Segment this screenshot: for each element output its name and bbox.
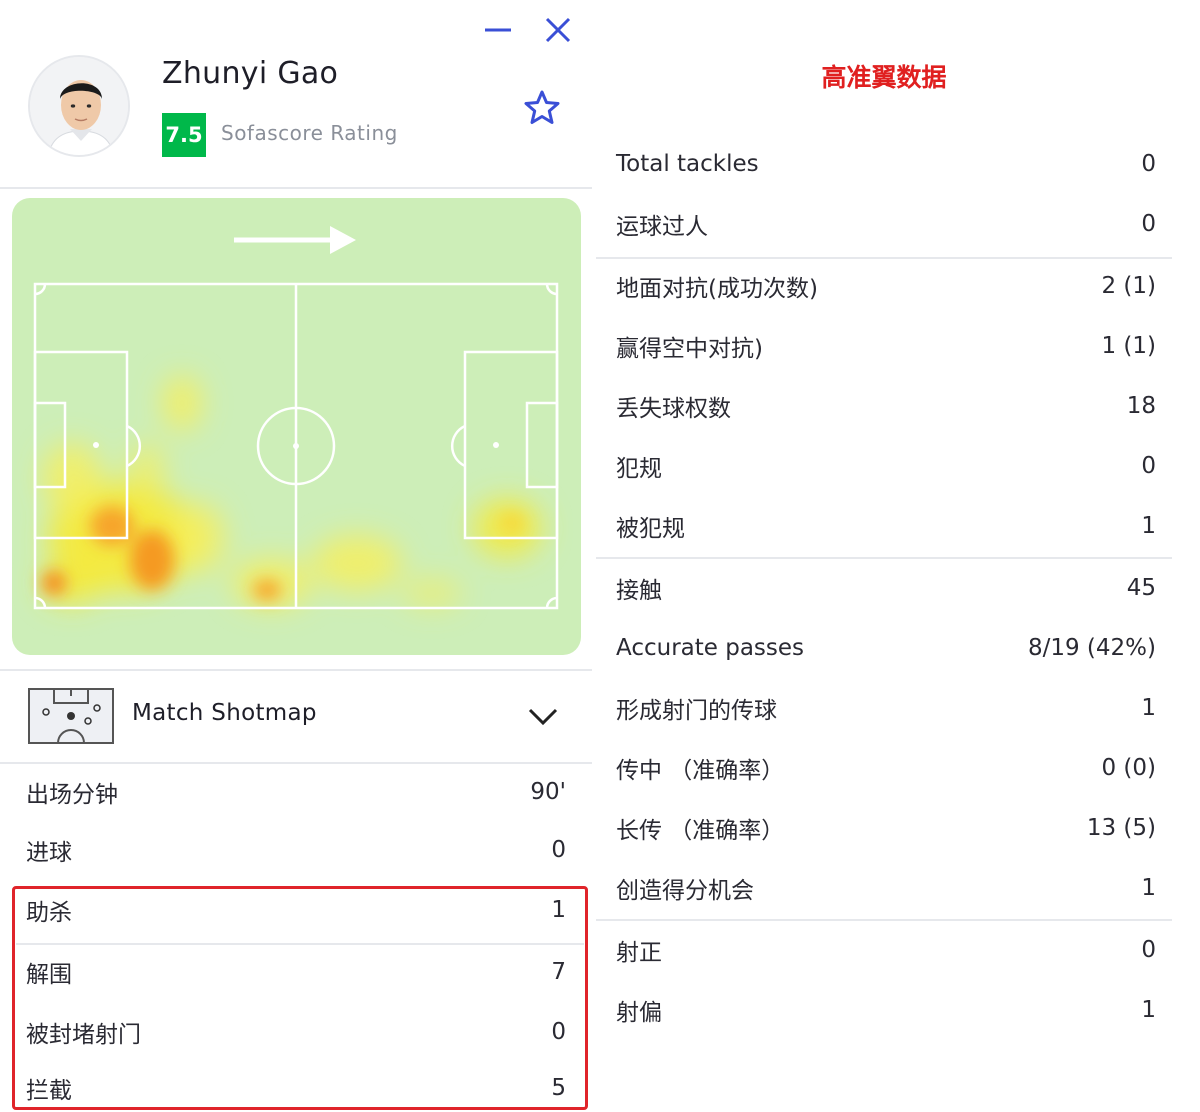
attack-direction-arrow — [234, 226, 356, 254]
stat-row: 被犯规 1 — [616, 506, 1156, 546]
panel-title: 高准翼数据 — [821, 63, 947, 92]
stat-value: 8/19 (42%) — [1027, 635, 1156, 661]
minimize-icon[interactable] — [482, 14, 514, 46]
stat-label: 射偏 — [616, 1000, 662, 1026]
shotmap-label: Match Shotmap — [132, 700, 317, 726]
rating-label: Sofascore Rating — [221, 121, 398, 145]
stat-value: 0 — [551, 1019, 566, 1045]
stat-label: 丢失球权数 — [616, 396, 731, 422]
close-icon[interactable] — [542, 14, 574, 46]
heat-zones — [42, 375, 542, 608]
stat-row: 地面对抗(成功次数) 2 (1) — [616, 266, 1156, 306]
stat-value: 0 (0) — [1101, 755, 1156, 781]
player-avatar — [28, 55, 130, 157]
stat-value: 90' — [530, 779, 566, 805]
stat-row: 进球 0 — [26, 830, 566, 870]
stat-label: 被犯规 — [616, 516, 685, 542]
stat-row: 出场分钟 90' — [26, 772, 566, 812]
stat-row: Total tackles 0 — [616, 144, 1156, 184]
stat-label: 拦截 — [26, 1078, 72, 1104]
header-divider — [0, 187, 592, 189]
stat-label: 接触 — [616, 578, 662, 604]
stat-value: 1 (1) — [1101, 333, 1156, 359]
stat-label: 长传 （准确率） — [616, 818, 785, 844]
stat-label: 赢得空中对抗) — [616, 336, 763, 362]
chevron-down-icon[interactable] — [526, 704, 560, 728]
stat-row: 赢得空中对抗) 1 (1) — [616, 326, 1156, 366]
stat-row: 接触 45 — [616, 568, 1156, 608]
stat-label: 出场分钟 — [26, 782, 118, 808]
stat-label: 进球 — [26, 840, 72, 866]
stat-label: Total tackles — [616, 151, 759, 177]
stat-value: 0 — [1141, 151, 1156, 177]
stat-row: 射正 0 — [616, 930, 1156, 970]
section-divider — [596, 919, 1172, 921]
stat-row: 解围 7 — [26, 952, 566, 992]
stat-label: 创造得分机会 — [616, 878, 754, 904]
stat-label: 解围 — [26, 962, 72, 988]
stat-row: 传中 （准确率） 0 (0) — [616, 748, 1156, 788]
stat-value: 2 (1) — [1101, 273, 1156, 299]
stat-row: 创造得分机会 1 — [616, 868, 1156, 908]
shotmap-pitch-icon — [28, 688, 114, 744]
stat-row: 拦截 5 — [26, 1068, 566, 1108]
stats-panel: 高准翼数据 Total tackles 0 运球过人 0 地面对抗(成功次数) … — [596, 0, 1172, 1112]
stat-label: 传中 （准确率） — [616, 758, 785, 784]
stat-label: 运球过人 — [616, 214, 708, 240]
stat-value: 13 (5) — [1086, 815, 1156, 841]
stat-value: 1 — [1141, 997, 1156, 1023]
section-divider — [596, 257, 1172, 259]
stat-value: 0 — [1141, 937, 1156, 963]
player-panel: Zhunyi Gao 7.5 Sofascore Rating Match Sh… — [0, 0, 592, 1112]
shotmap-divider — [0, 762, 592, 764]
stat-row: 被封堵射门 0 — [26, 1012, 566, 1052]
stat-label: 助杀 — [26, 900, 72, 926]
stat-value: 1 — [1141, 875, 1156, 901]
stat-value: 7 — [551, 959, 566, 985]
match-shotmap-toggle[interactable]: Match Shotmap — [0, 670, 592, 762]
stat-label: 地面对抗(成功次数) — [616, 276, 818, 302]
stat-row: Accurate passes 8/19 (42%) — [616, 628, 1156, 668]
stat-value: 1 — [551, 897, 566, 923]
stat-value: 5 — [551, 1075, 566, 1101]
rating-badge: 7.5 — [162, 113, 206, 157]
stat-value: 0 — [551, 837, 566, 863]
stat-label: 射正 — [616, 940, 662, 966]
stat-row: 长传 （准确率） 13 (5) — [616, 808, 1156, 848]
stat-value: 45 — [1126, 575, 1156, 601]
stat-divider — [16, 943, 584, 945]
heatmap — [12, 198, 581, 655]
stat-label: 形成射门的传球 — [616, 698, 777, 724]
stat-row: 射偏 1 — [616, 990, 1156, 1030]
stat-label: 犯规 — [616, 456, 662, 482]
stat-row: 丢失球权数 18 — [616, 386, 1156, 426]
section-divider — [596, 557, 1172, 559]
stat-value: 1 — [1141, 513, 1156, 539]
star-icon[interactable] — [522, 88, 562, 128]
stat-value: 1 — [1141, 695, 1156, 721]
stat-label: 被封堵射门 — [26, 1022, 141, 1048]
stat-row: 助杀 1 — [26, 890, 566, 930]
stat-row: 形成射门的传球 1 — [616, 688, 1156, 728]
stat-row: 运球过人 0 — [616, 204, 1156, 244]
stat-value: 0 — [1141, 211, 1156, 237]
stat-value: 18 — [1126, 393, 1156, 419]
stat-row: 犯规 0 — [616, 446, 1156, 486]
stat-value: 0 — [1141, 453, 1156, 479]
player-name: Zhunyi Gao — [162, 56, 339, 91]
stat-label: Accurate passes — [616, 635, 805, 661]
